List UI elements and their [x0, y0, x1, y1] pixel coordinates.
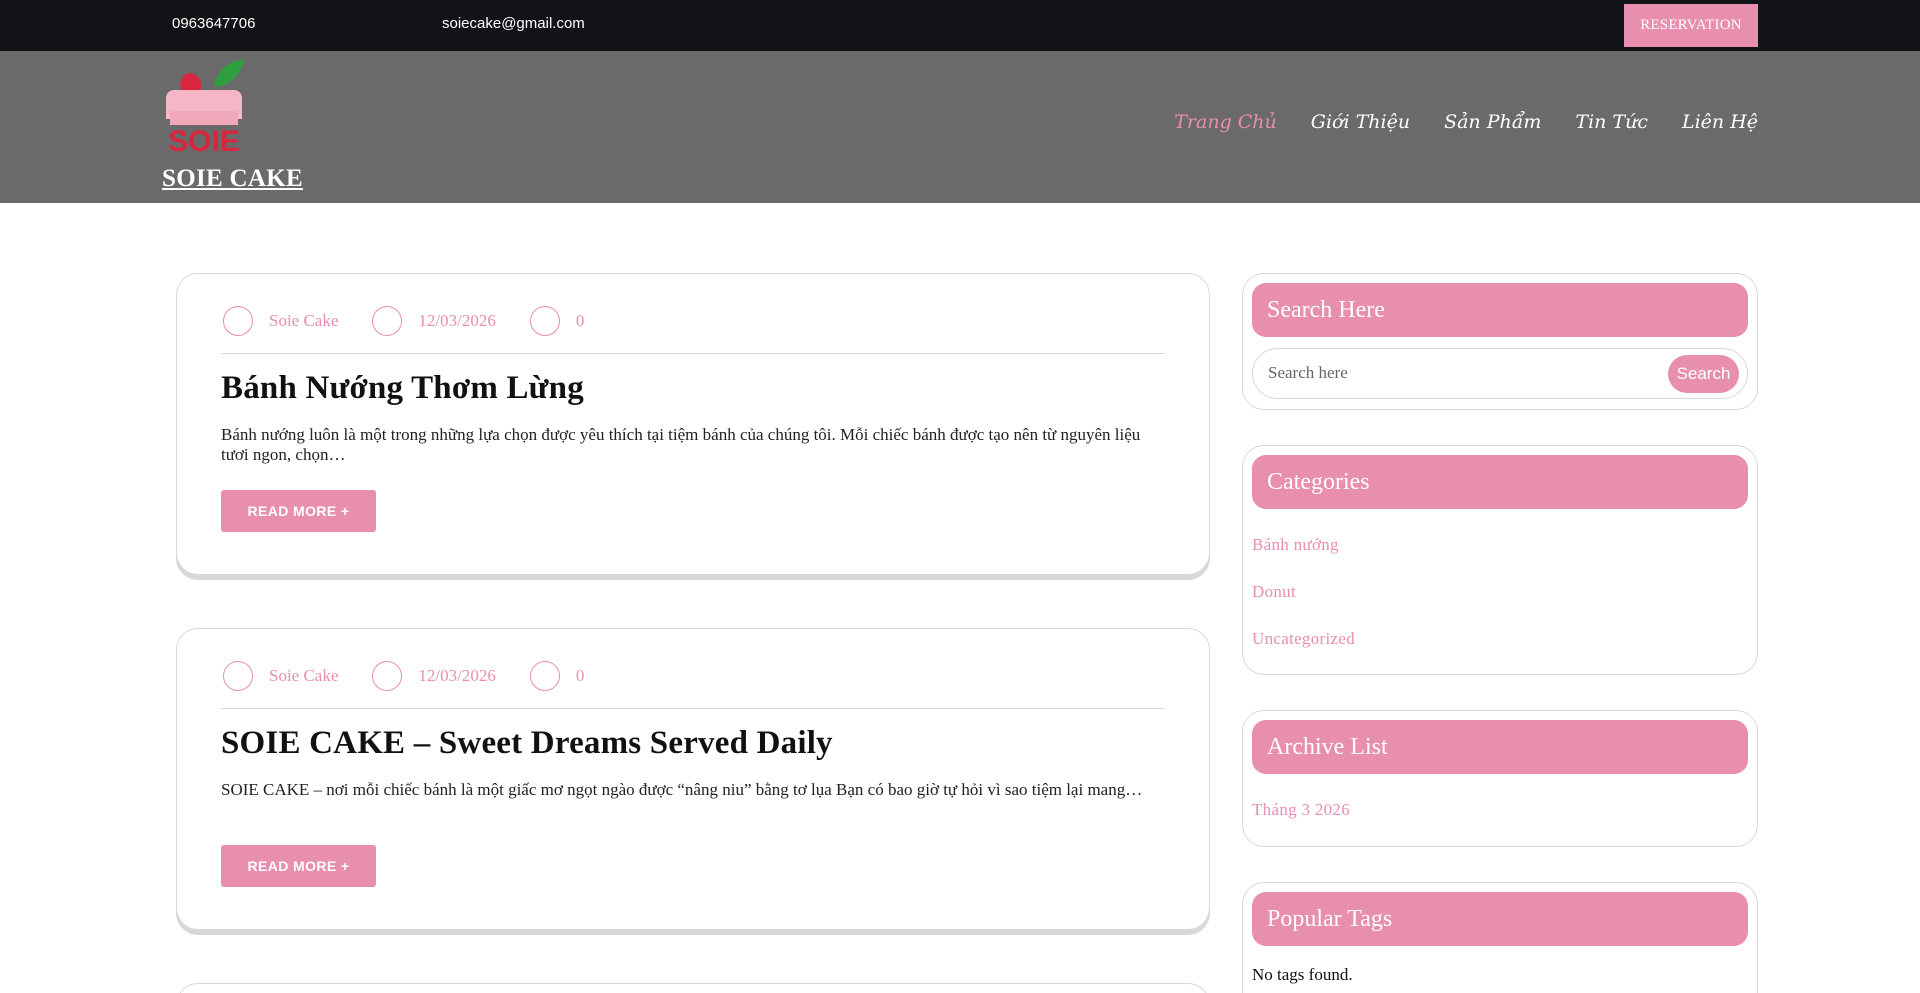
- widget-heading: Popular Tags: [1252, 892, 1748, 946]
- main-nav: Trang Chủ Giới Thiệu Sản Phẩm Tin Tức Li…: [1174, 111, 1758, 133]
- comment-icon: [529, 661, 560, 691]
- site-header: SOIE SOIE CAKE Trang Chủ Giới Thiệu Sản …: [0, 51, 1920, 203]
- post-excerpt: SOIE CAKE – nơi mỗi chiếc bánh là một gi…: [221, 780, 1143, 799]
- user-icon: [223, 306, 253, 336]
- search-form: Search here Search: [1252, 348, 1748, 399]
- post-comment-count[interactable]: 0: [576, 311, 585, 331]
- post-date[interactable]: 12/03/2026: [418, 311, 495, 331]
- nav-item-products[interactable]: Sản Phẩm: [1444, 111, 1541, 133]
- read-more-button[interactable]: READ MORE +: [221, 490, 376, 532]
- logo-lettering: SOIE: [168, 125, 240, 153]
- post-meta: Soie Cake 12/03/2026 0: [223, 661, 618, 691]
- calendar-icon: [372, 306, 403, 336]
- post-divider: [221, 708, 1165, 709]
- category-link[interactable]: Donut: [1252, 582, 1296, 602]
- post-title[interactable]: SOIE CAKE – Sweet Dreams Served Daily: [221, 725, 833, 762]
- post-author[interactable]: Soie Cake: [269, 311, 338, 331]
- categories-widget: Categories Bánh nướng Donut Uncategorize…: [1242, 445, 1758, 675]
- post-title[interactable]: Bánh Nướng Thơm Lừng: [221, 370, 584, 407]
- post-comment-count[interactable]: 0: [576, 666, 585, 686]
- read-more-button[interactable]: READ MORE +: [221, 845, 376, 887]
- user-icon: [223, 661, 253, 691]
- post-divider: [221, 353, 1165, 354]
- tags-widget: Popular Tags No tags found.: [1242, 882, 1758, 993]
- top-bar: 0963647706 soiecake@gmail.com RESERVATIO…: [0, 0, 1920, 51]
- search-widget: Search Here Search here Search: [1242, 273, 1758, 410]
- email-address[interactable]: soiecake@gmail.com: [442, 15, 585, 32]
- nav-item-about[interactable]: Giới Thiệu: [1311, 111, 1410, 133]
- calendar-icon: [372, 661, 403, 691]
- nav-item-contact[interactable]: Liên Hệ: [1682, 111, 1758, 133]
- post-card: Soie Cake 12/03/2026 0 SOIE CAKE – Sweet…: [176, 628, 1210, 930]
- cake-logo-icon: SOIE: [166, 59, 244, 158]
- post-excerpt: Bánh nướng luôn là một trong những lựa c…: [221, 425, 1141, 464]
- phone-number[interactable]: 0963647706: [172, 15, 255, 32]
- post-card: [176, 983, 1210, 993]
- nav-item-news[interactable]: Tin Tức: [1575, 111, 1648, 133]
- search-button[interactable]: Search: [1668, 355, 1739, 393]
- comment-icon: [529, 306, 560, 336]
- widget-heading: Archive List: [1252, 720, 1748, 774]
- post-author[interactable]: Soie Cake: [269, 666, 338, 686]
- widget-heading: Categories: [1252, 455, 1748, 509]
- site-title[interactable]: SOIE CAKE: [162, 165, 303, 193]
- search-input[interactable]: Search here: [1268, 363, 1348, 383]
- widget-heading: Search Here: [1252, 283, 1748, 337]
- reservation-button[interactable]: RESERVATION: [1624, 4, 1758, 47]
- post-date[interactable]: 12/03/2026: [418, 666, 495, 686]
- nav-item-home[interactable]: Trang Chủ: [1174, 111, 1277, 133]
- archive-widget: Archive List Tháng 3 2026: [1242, 710, 1758, 847]
- no-tags-text: No tags found.: [1252, 965, 1353, 984]
- post-card: Soie Cake 12/03/2026 0 Bánh Nướng Thơm L…: [176, 273, 1210, 575]
- category-link[interactable]: Bánh nướng: [1252, 535, 1339, 555]
- post-meta: Soie Cake 12/03/2026 0: [223, 306, 618, 336]
- archive-link[interactable]: Tháng 3 2026: [1252, 800, 1350, 820]
- category-link[interactable]: Uncategorized: [1252, 629, 1355, 649]
- site-logo[interactable]: SOIE: [162, 57, 246, 158]
